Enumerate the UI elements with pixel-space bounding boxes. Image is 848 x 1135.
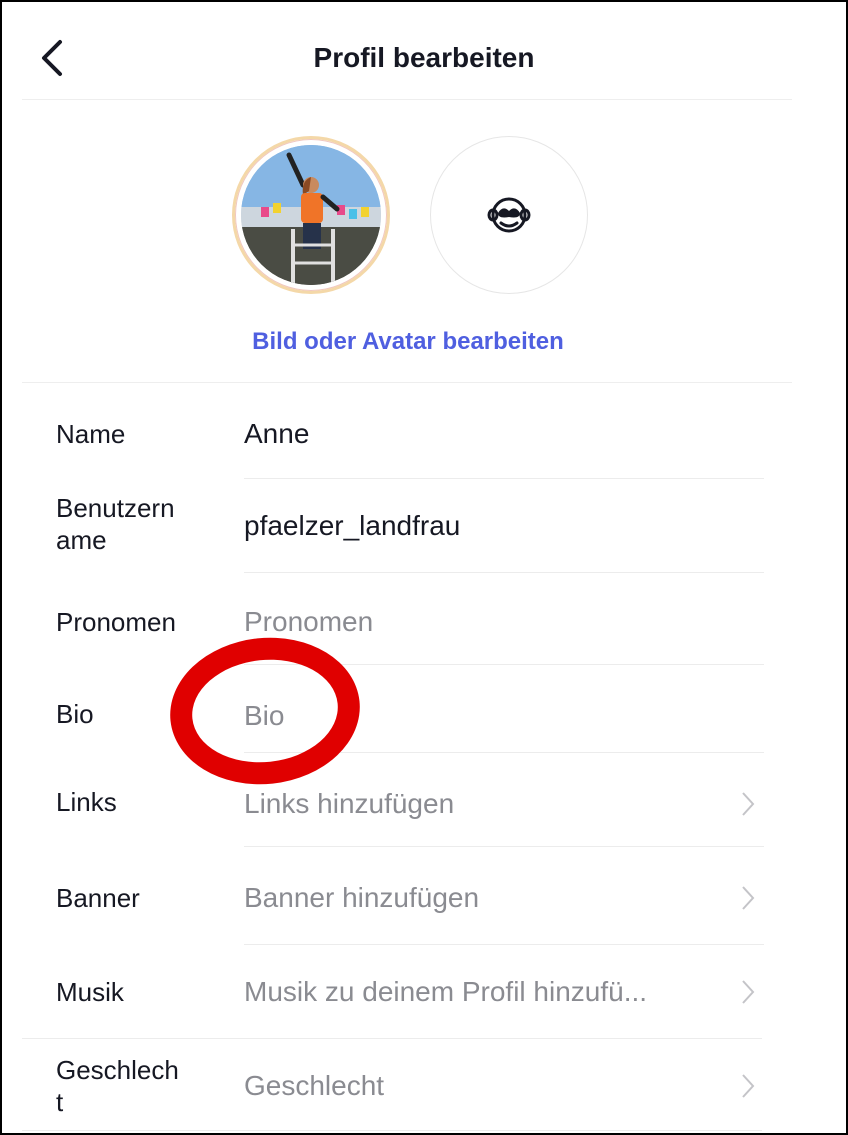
banner-value: Banner hinzufügen [244, 882, 480, 913]
field-label: Benutzern ame [56, 493, 175, 555]
edit-profile-screen: Profil bearbeiten Bild oder Avatar bearb… [0, 0, 848, 1135]
username-value: pfaelzer_landfrau [244, 510, 461, 541]
divider [22, 1038, 762, 1039]
profile-photo-image [241, 145, 381, 285]
divider [244, 944, 764, 945]
field-username[interactable]: Benutzern ame pfaelzer_landfrau [2, 480, 814, 572]
field-label: Musik [56, 977, 124, 1007]
chevron-right-icon [742, 792, 755, 816]
divider [244, 572, 764, 573]
music-value: Musik zu deinem Profil hinzufü... [244, 976, 648, 1007]
field-label: Pronomen [56, 607, 176, 637]
divider [22, 1130, 762, 1131]
gender-value: Geschlecht [244, 1070, 385, 1101]
field-banner[interactable]: Banner Banner hinzufügen [2, 848, 814, 944]
page-title: Profil bearbeiten [313, 42, 535, 73]
avatar-option[interactable] [430, 136, 588, 294]
divider [244, 478, 764, 479]
field-label: Geschlech t [56, 1055, 179, 1117]
field-bio[interactable]: Bio Bio [2, 666, 814, 752]
chevron-right-icon [742, 980, 755, 1004]
field-links[interactable]: Links Links hinzufügen [2, 754, 814, 846]
field-label: Name [56, 419, 126, 449]
field-label: Bio [56, 699, 94, 729]
edit-photo-link[interactable]: Bild oder Avatar bearbeiten [2, 328, 814, 356]
profile-photo[interactable] [232, 136, 390, 294]
divider [22, 382, 792, 383]
divider [244, 846, 764, 847]
field-label: Banner [56, 883, 140, 913]
monkey-face-icon [487, 197, 531, 233]
header: Profil bearbeiten [2, 2, 846, 100]
chevron-right-icon [742, 1074, 755, 1098]
pronouns-input: Pronomen [244, 606, 374, 637]
divider [22, 99, 792, 100]
field-name[interactable]: Name Anne [2, 402, 814, 478]
field-label: Links [56, 787, 117, 817]
chevron-right-icon [742, 886, 755, 910]
field-music[interactable]: Musik Musik zu deinem Profil hinzufü... [2, 946, 814, 1038]
field-gender[interactable]: Geschlech t Geschlecht [2, 1040, 814, 1133]
field-pronouns[interactable]: Pronomen Pronomen [2, 574, 814, 664]
links-value: Links hinzufügen [244, 788, 455, 819]
name-value: Anne [244, 418, 310, 449]
